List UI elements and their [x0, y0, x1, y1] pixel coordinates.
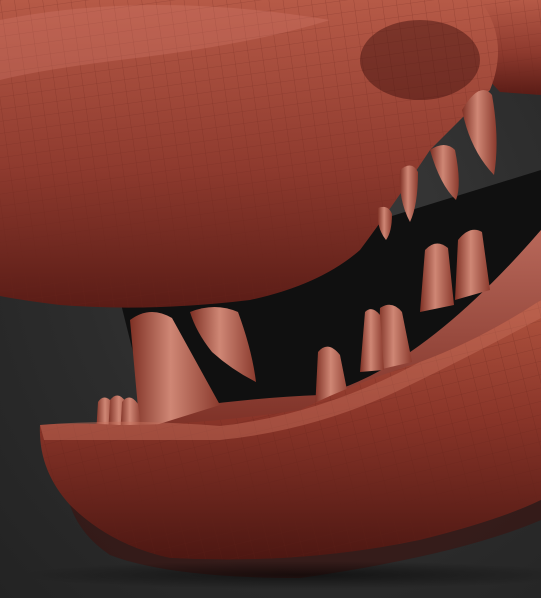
sculpt-render	[0, 0, 541, 589]
viewport-canvas[interactable]	[0, 0, 541, 598]
upper-tooth	[462, 90, 497, 175]
upper-tooth	[430, 145, 459, 200]
